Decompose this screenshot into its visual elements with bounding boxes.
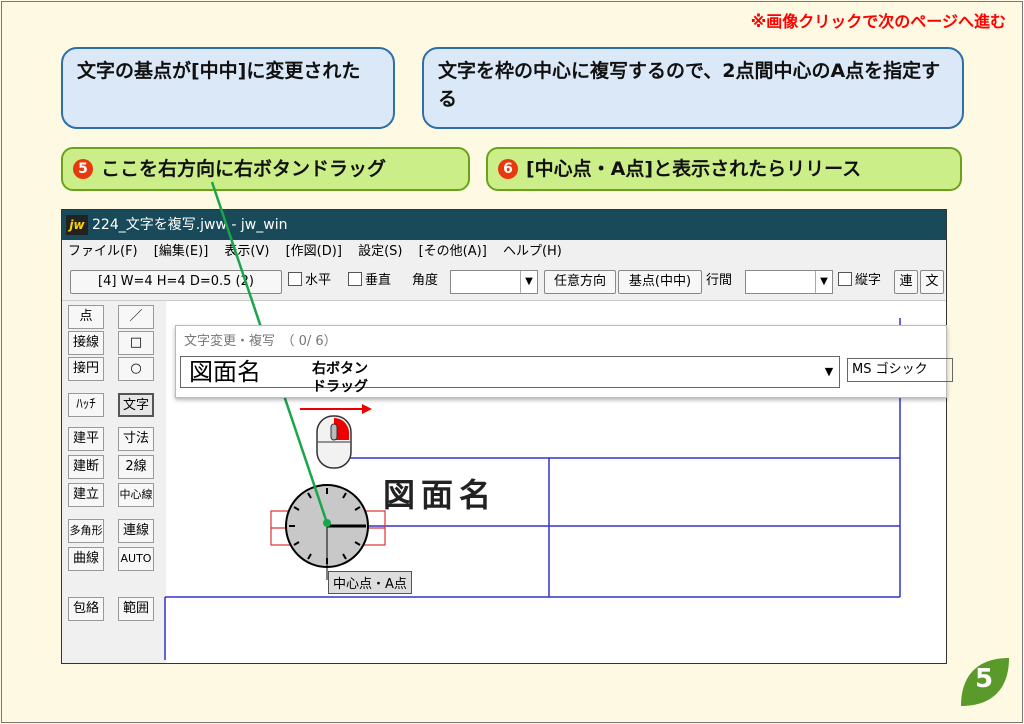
tool-tangent-line[interactable]: 接線 <box>68 331 104 355</box>
text-edit-dialog: 文字変更・複写 （ 0/ 6） 図面名 ▼ MS ゴシック <box>175 325 953 398</box>
menu-view[interactable]: 表示(V) <box>224 244 269 259</box>
window-titlebar: jw 224_文字を複写.jww - jw_win <box>62 210 946 240</box>
step-6-text: [中心点・A点]と表示されたらリリース <box>526 158 862 180</box>
tool-section[interactable]: 建断 <box>68 455 104 479</box>
horizontal-checkbox[interactable]: 水平 <box>288 270 331 294</box>
drag-label-line2: ドラッグ <box>312 379 368 395</box>
vertical-text-checkbox[interactable]: 縦字 <box>838 270 881 294</box>
note-bubble-left-text: 文字の基点が[中中]に変更された <box>77 60 361 82</box>
drag-label-line1: 右ボタン <box>312 361 368 377</box>
jw-logo-icon: jw <box>66 215 88 235</box>
step-5-text: ここを右方向に右ボタンドラッグ <box>101 158 387 180</box>
page-number: 5 <box>975 664 994 694</box>
tool-polygon[interactable]: 多角形 <box>68 519 104 543</box>
horizontal-label: 水平 <box>305 273 332 288</box>
tool-curve[interactable]: 曲線 <box>68 547 104 571</box>
angle-combo[interactable]: ▼ <box>450 270 538 294</box>
tool-palette: 点 接線 接円 ﾊｯﾁ 建平 建断 建立 多角形 曲線 包絡 ／ □ ○ 文字 … <box>62 301 166 663</box>
continuous-button[interactable]: 連 <box>894 270 918 294</box>
font-select[interactable]: MS ゴシック <box>847 358 953 382</box>
next-page-note[interactable]: ※画像クリックで次のページへ進む <box>751 8 1006 32</box>
vertical-text-checkbox-box[interactable] <box>838 272 852 286</box>
tool-auto[interactable]: AUTO <box>118 547 154 571</box>
step-6-number: 6 <box>498 159 518 179</box>
note-bubble-right: 文字を枠の中心に複写するので、2点間中心のA点を指定する <box>422 47 964 129</box>
tool-hatch[interactable]: ﾊｯﾁ <box>68 393 104 417</box>
tool-double-line[interactable]: 2線 <box>118 455 154 479</box>
dialog-title: 文字変更・複写 （ 0/ 6） <box>184 334 337 349</box>
base-point-button[interactable]: 基点(中中) <box>618 270 702 294</box>
tool-rectangle[interactable]: □ <box>118 331 154 355</box>
any-direction-button[interactable]: 任意方向 <box>544 270 616 294</box>
tool-envelope[interactable]: 包絡 <box>68 597 104 621</box>
chevron-down-icon[interactable]: ▼ <box>815 271 832 293</box>
horizontal-checkbox-box[interactable] <box>288 272 302 286</box>
drag-label: 右ボタン ドラッグ <box>298 360 382 396</box>
menu-edit[interactable]: [編集(E)] <box>154 244 209 259</box>
tool-center-line[interactable]: 中心線 <box>118 483 154 507</box>
line-spacing-combo[interactable]: ▼ <box>745 270 833 294</box>
note-bubble-right-text: 文字を枠の中心に複写するので、2点間中心のA点を指定する <box>438 60 941 110</box>
tool-dimension[interactable]: 寸法 <box>118 427 154 451</box>
window-title: 224_文字を複写.jww - jw_win <box>92 217 288 233</box>
vertical-checkbox[interactable]: 垂直 <box>348 270 391 294</box>
step-6-box: 6 [中心点・A点]と表示されたらリリース <box>486 147 962 191</box>
page-number-leaf: 5 <box>957 654 1013 714</box>
angle-label: 角度 <box>412 273 439 288</box>
text-toolbar: [4] W=4 H=4 D=0.5 (2) 水平 垂直 角度 ▼ 任意方向 基点… <box>62 264 946 301</box>
tool-point[interactable]: 点 <box>68 305 104 329</box>
jw-win-window: jw 224_文字を複写.jww - jw_win ファイル(F) [編集(E)]… <box>61 209 947 664</box>
note-bubble-left: 文字の基点が[中中]に変更された <box>61 47 395 129</box>
vertical-checkbox-box[interactable] <box>348 272 362 286</box>
tool-text[interactable]: 文字 <box>118 393 154 417</box>
menu-bar: ファイル(F) [編集(E)] 表示(V) [作図(D)] 設定(S) [その他… <box>62 240 946 264</box>
step-5-number: 5 <box>73 159 93 179</box>
tool-continuous-line[interactable]: 連線 <box>118 519 154 543</box>
text-size-button[interactable]: [4] W=4 H=4 D=0.5 (2) <box>70 270 282 294</box>
tool-tangent-circle[interactable]: 接円 <box>68 357 104 381</box>
menu-settings[interactable]: 設定(S) <box>358 244 402 259</box>
tool-line[interactable]: ／ <box>118 305 154 329</box>
vertical-label: 垂直 <box>365 273 392 288</box>
vertical-text-label: 縦字 <box>855 273 882 288</box>
text-input-value: 図面名 <box>189 358 261 386</box>
menu-help[interactable]: ヘルプ(H) <box>503 244 562 259</box>
text-mode-button[interactable]: 文 <box>920 270 944 294</box>
tool-circle[interactable]: ○ <box>118 357 154 381</box>
menu-draw[interactable]: [作図(D)] <box>286 244 342 259</box>
tool-range[interactable]: 範囲 <box>118 597 154 621</box>
line-spacing-label: 行間 <box>706 273 733 288</box>
menu-other[interactable]: [その他(A)] <box>419 244 487 259</box>
tool-plan[interactable]: 建平 <box>68 427 104 451</box>
chevron-down-icon[interactable]: ▼ <box>819 357 839 387</box>
cursor-readout: 中心点・A点 <box>328 571 412 594</box>
drawing-title-text[interactable]: 図面名 <box>383 470 497 516</box>
tool-elevation[interactable]: 建立 <box>68 483 104 507</box>
text-input[interactable]: 図面名 ▼ <box>180 356 840 388</box>
step-5-box: 5 ここを右方向に右ボタンドラッグ <box>61 147 470 191</box>
menu-file[interactable]: ファイル(F) <box>68 244 138 259</box>
chevron-down-icon[interactable]: ▼ <box>520 271 537 293</box>
